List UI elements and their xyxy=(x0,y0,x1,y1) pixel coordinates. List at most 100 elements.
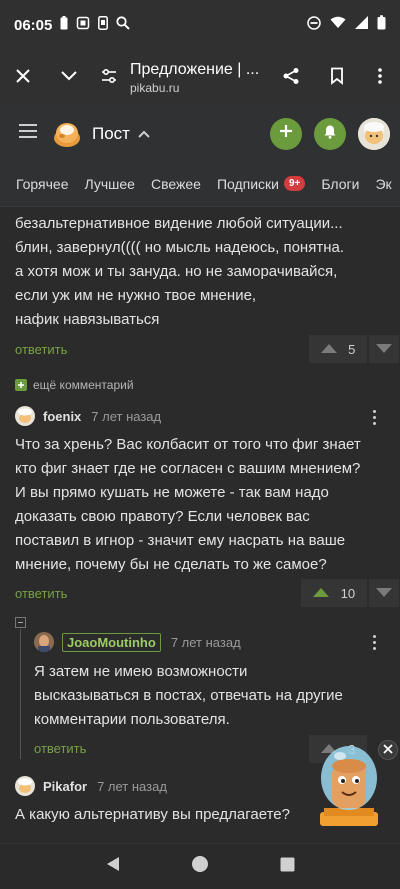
hamburger-menu-icon[interactable] xyxy=(18,123,38,144)
comment-time: 7 лет назад xyxy=(91,408,162,424)
plus-icon xyxy=(279,124,293,143)
add-post-button[interactable] xyxy=(270,117,302,150)
bookmark-button[interactable] xyxy=(314,50,360,106)
comment-username-op[interactable]: JoaoMoutinho xyxy=(62,632,161,652)
comment-line: а хотя мож и ты зануда. но не заморачива… xyxy=(15,263,338,280)
reply-button[interactable]: ответить xyxy=(15,586,67,601)
close-tab-button[interactable] xyxy=(0,50,46,106)
more-comments-label: ещё комментарий xyxy=(33,378,134,392)
comment-line: блин, завернул(((( но мысль надеюсь, пон… xyxy=(15,239,345,256)
upvote-icon xyxy=(320,340,337,358)
home-icon[interactable] xyxy=(191,855,209,878)
comment-header: JoaoMoutinho 7 лет назад xyxy=(34,632,241,652)
comment-line: А какую альтернативу вы предлагаете? xyxy=(15,806,290,823)
minus-icon xyxy=(18,622,23,623)
mascot-widget[interactable] xyxy=(314,742,384,828)
downvote-icon xyxy=(376,340,392,358)
avatar[interactable] xyxy=(34,632,54,652)
page-title: Предложение | ... xyxy=(130,61,260,78)
status-bar: 06:05 xyxy=(0,0,400,50)
comment-rating: 5 xyxy=(309,335,399,363)
notifications-button[interactable] xyxy=(314,117,346,150)
site-settings-button[interactable] xyxy=(92,50,126,106)
share-icon xyxy=(282,67,300,90)
comment-username[interactable]: Pikafor xyxy=(43,779,87,794)
minimize-button[interactable] xyxy=(46,50,92,106)
avatar[interactable] xyxy=(15,406,35,426)
upvote-icon xyxy=(312,584,329,602)
downvote-icon xyxy=(376,584,392,602)
browser-toolbar: Предложение | ... pikabu.ru xyxy=(0,50,400,106)
comment-line: мнение, почему бы не сделать то же самое… xyxy=(15,556,327,573)
system-nav-bar xyxy=(0,843,400,889)
comment-line: безальтернативное видение любой ситуации… xyxy=(15,215,343,232)
comment-line: нафик навязываться xyxy=(15,311,160,328)
tab-hot[interactable]: Горячее xyxy=(16,176,69,192)
thread-collapse-button[interactable] xyxy=(15,617,26,628)
comment-partial: безальтернативное видение любой ситуации… xyxy=(15,212,395,332)
app-header: Пост xyxy=(0,106,400,161)
comment-time: 7 лет назад xyxy=(170,634,241,650)
comment-more-icon[interactable] xyxy=(364,407,384,427)
more-vert-icon xyxy=(378,67,382,89)
close-icon xyxy=(383,741,393,759)
expand-plus-icon xyxy=(15,379,27,391)
subscriptions-badge: 9+ xyxy=(284,176,306,191)
tab-label: Горячее xyxy=(16,175,69,192)
comment-rating: 10 xyxy=(301,579,399,607)
comment-line: комментарии пользователя. xyxy=(34,711,230,728)
back-icon[interactable] xyxy=(106,856,120,877)
search-icon xyxy=(116,15,131,35)
comment-username[interactable]: foenix xyxy=(43,409,81,424)
tab-best[interactable]: Лучшее xyxy=(85,176,135,192)
wifi-icon xyxy=(330,16,346,34)
category-tabs: Горячее Лучшее Свежее Подписки 9+ Блоги Э… xyxy=(0,161,400,207)
comment-line: И вы прямо кушать не можете - так вам на… xyxy=(15,484,329,501)
tab-label: Свежее xyxy=(150,175,201,192)
avatar[interactable] xyxy=(15,776,35,796)
tab-label: Подписки xyxy=(216,175,279,192)
app-title[interactable]: Пост xyxy=(92,124,130,144)
page-title-block[interactable]: Предложение | ... pikabu.ru xyxy=(126,61,268,95)
tab-label: Эк xyxy=(375,175,392,192)
downvote-button[interactable] xyxy=(369,335,399,363)
recents-icon[interactable] xyxy=(280,857,295,877)
downvote-button[interactable] xyxy=(369,579,399,607)
comment-header: Pikafor 7 лет назад xyxy=(15,776,167,796)
tab-more[interactable]: Эк xyxy=(375,176,391,192)
comment-line: доказать свою правоту? Если человек вас xyxy=(15,508,310,525)
comment-body: Что за хрень? Вас колбасит от того что ф… xyxy=(15,433,395,577)
signal-icon xyxy=(355,16,368,34)
share-button[interactable] xyxy=(268,50,314,106)
bell-icon xyxy=(323,124,337,144)
tab-blogs[interactable]: Блоги xyxy=(321,176,359,192)
battery-icon xyxy=(377,15,386,35)
comment-line: высказываться в постах, отвечать на друг… xyxy=(34,687,343,704)
tab-fresh[interactable]: Свежее xyxy=(151,176,201,192)
comment-time: 7 лет назад xyxy=(97,778,167,794)
tab-subscriptions[interactable]: Подписки 9+ xyxy=(216,175,306,192)
close-icon xyxy=(15,68,31,89)
rating-value: 5 xyxy=(348,341,356,357)
comment-more-icon[interactable] xyxy=(364,632,384,652)
menu-button[interactable] xyxy=(360,50,400,106)
status-time: 06:05 xyxy=(14,16,53,34)
comment-line: Что за хрень? Вас колбасит от того что ф… xyxy=(15,436,361,453)
user-avatar[interactable] xyxy=(358,117,390,150)
upvote-button[interactable]: 5 xyxy=(309,335,367,363)
comment-line: поставил в игнор - значит ему насрать на… xyxy=(15,532,346,549)
reply-button[interactable]: ответить xyxy=(34,741,86,756)
more-comments-link[interactable]: ещё комментарий xyxy=(15,378,134,392)
mascot-close-button[interactable] xyxy=(378,740,398,760)
dnd-icon xyxy=(307,15,321,35)
battery-saver-icon xyxy=(60,15,68,35)
upvote-button[interactable]: 10 xyxy=(301,579,367,607)
chevron-up-icon[interactable] xyxy=(138,125,150,143)
pikabu-logo-icon[interactable] xyxy=(52,119,82,149)
chip-icon xyxy=(76,16,90,35)
comment-body: А какую альтернативу вы предлагаете? xyxy=(15,803,315,827)
chevron-down-icon xyxy=(60,69,78,87)
bookmark-icon xyxy=(330,67,344,90)
reply-button[interactable]: ответить xyxy=(15,342,67,357)
tune-icon xyxy=(100,68,118,89)
